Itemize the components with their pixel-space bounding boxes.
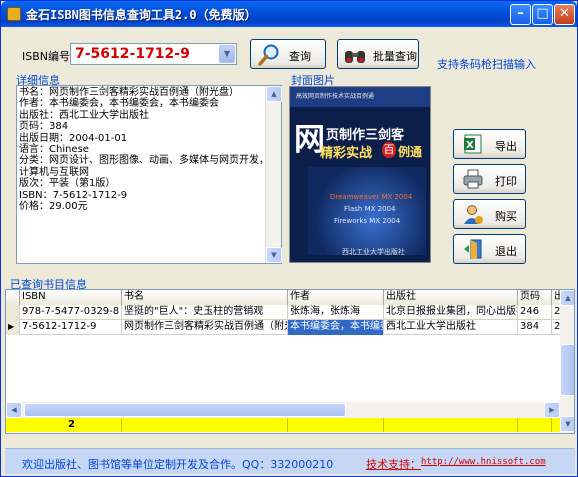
status-bar: 欢迎出版社、图书馆等单位定制开发及合作。QQ：332000210 技术支持： h… xyxy=(5,448,575,474)
grid-vertical-scrollbar[interactable]: ▲ ▼ xyxy=(560,290,574,433)
support-link[interactable]: http://www.hnissoft.com xyxy=(421,457,546,467)
header-publisher[interactable]: 出版社 xyxy=(384,290,518,305)
title-bar[interactable]: 金石ISBN图书信息查询工具2.0（免费版） – □ ✕ xyxy=(1,1,577,27)
scroll-up-icon[interactable]: ▲ xyxy=(266,86,282,102)
isbn-input-value: 7-5612-1712-9 xyxy=(75,46,190,62)
main-window: 金石ISBN图书信息查询工具2.0（免费版） – □ ✕ ISBN编号： 7-5… xyxy=(0,0,578,477)
batch-query-button[interactable]: 批量查询 xyxy=(337,39,419,69)
detail-line: 价格：29.00元 xyxy=(19,201,88,213)
minimize-button[interactable]: – xyxy=(510,4,531,25)
support-label: 技术支持： xyxy=(366,458,421,471)
svg-text:X: X xyxy=(466,140,474,151)
cell-author[interactable]: 张炼海，张炼海 xyxy=(288,305,384,320)
horizontal-scroll-thumb[interactable] xyxy=(24,403,346,417)
exit-button[interactable]: 退出 xyxy=(453,234,526,264)
table-row[interactable]: 978-7-5477-0329-8 坚挺的"巨人"：史玉柱的营销观 张炼海，张炼… xyxy=(6,305,562,320)
detail-line: 出版社：西北工业大学出版社 xyxy=(19,109,149,121)
excel-icon: X xyxy=(464,134,482,154)
book-grid[interactable]: ISBN 书名 作者 出版社 页码 出 978-7-5477-0329-8 坚挺… xyxy=(5,289,575,434)
app-icon xyxy=(7,7,21,21)
exit-door-icon xyxy=(464,239,482,259)
header-pages[interactable]: 页码 xyxy=(518,290,552,305)
status-left-text: 欢迎出版社、图书馆等单位定制开发及合作。QQ：332000210 xyxy=(22,458,334,471)
cell-publisher[interactable]: 北京日报报业集团，同心出版社 xyxy=(384,305,518,320)
detail-line: 页码：384 xyxy=(19,121,69,133)
cover-title-1: 页制作三剑客 xyxy=(326,128,405,143)
detail-line: 分类：网页设计、图形图像、动画、多媒体与网页开发， xyxy=(19,155,269,167)
scroll-left-icon[interactable]: ◀ xyxy=(6,402,22,418)
print-button[interactable]: 打印 xyxy=(453,164,526,194)
maximize-button[interactable]: □ xyxy=(532,4,553,25)
query-button-label: 查询 xyxy=(289,50,311,63)
person-icon xyxy=(464,205,483,224)
vertical-scroll-thumb[interactable] xyxy=(560,344,574,396)
buy-button[interactable]: 购买 xyxy=(453,199,526,229)
grid-scroll-down-icon[interactable]: ▼ xyxy=(560,416,574,432)
scanner-note: 支持条码枪扫描输入 xyxy=(437,58,536,71)
window-title: 金石ISBN图书信息查询工具2.0（免费版） xyxy=(26,8,257,22)
cell-pages[interactable]: 246 xyxy=(518,305,552,320)
cover-publisher: 西北工业大学出版社 xyxy=(342,248,405,256)
batch-query-button-label: 批量查询 xyxy=(373,50,417,63)
details-textarea[interactable]: 书名：网页制作三剑客精彩实战百例通（附光盘） 作者：本书编委会，本书编委会，本书编… xyxy=(16,85,282,264)
export-button-label: 导出 xyxy=(495,140,517,153)
cover-top-text: 高效网页制作技术实战百例通 xyxy=(296,93,375,100)
scroll-down-icon[interactable]: ▼ xyxy=(266,247,282,263)
row-marker-arrow: ▶ xyxy=(6,320,20,335)
cell-isbn[interactable]: 7-5612-1712-9 xyxy=(20,320,122,335)
printer-icon xyxy=(463,169,483,189)
cover-title-4: 例通 xyxy=(398,145,423,159)
cell-title[interactable]: 网页制作三剑客精彩实战百例通（附光 xyxy=(122,320,288,335)
cell-publisher[interactable]: 西北工业大学出版社 xyxy=(384,320,518,335)
detail-line: 作者：本书编委会，本书编委会，本书编委会 xyxy=(19,98,219,110)
buy-button-label: 购买 xyxy=(495,210,517,223)
isbn-input[interactable]: 7-5612-1712-9 ▼ xyxy=(70,43,237,65)
print-button-label: 打印 xyxy=(495,175,517,188)
row-marker xyxy=(6,305,20,320)
cover-badge-2: Flash MX 2004 xyxy=(344,205,396,213)
detail-line: ISBN：7-5612-1712-9 xyxy=(19,189,128,201)
cover-image: 高效网页制作技术实战百例通 网 页制作三剑客 精彩实战 百 例通 Dreamwe… xyxy=(289,86,431,263)
detail-line: 语言：Chinese xyxy=(19,144,89,156)
header-title[interactable]: 书名 xyxy=(122,290,288,305)
cover-badge-1: Dreamweaver MX 2004 xyxy=(330,193,413,201)
grid-header: ISBN 书名 作者 出版社 页码 出 xyxy=(6,290,574,305)
magnifier-icon xyxy=(258,44,279,66)
cover-badge-3: Fireworks MX 2004 xyxy=(334,217,401,225)
row-count: 2 xyxy=(20,418,122,432)
cell-title[interactable]: 坚挺的"巨人"：史玉柱的营销观 xyxy=(122,305,288,320)
cover-title-2: 精彩实战 xyxy=(320,146,373,161)
details-scrollbar[interactable]: ▲ ▼ xyxy=(265,86,282,263)
grid-scroll-up-icon[interactable]: ▲ xyxy=(560,290,574,306)
chevron-down-icon[interactable]: ▼ xyxy=(219,45,235,63)
detail-line: 出版日期：2004-01-01 xyxy=(19,132,128,144)
header-author[interactable]: 作者 xyxy=(288,290,384,305)
cell-author-selected[interactable]: 本书编委会，本书编委 xyxy=(288,320,384,335)
detail-line: 计算机与互联网 xyxy=(19,166,89,178)
header-isbn[interactable]: ISBN xyxy=(20,290,122,305)
close-button[interactable]: ✕ xyxy=(554,4,575,25)
details-text: 书名：网页制作三剑客精彩实战百例通（附光盘） 作者：本书编委会，本书编委会，本书编… xyxy=(18,87,269,212)
header-marker xyxy=(6,290,20,305)
grid-summary-row: 2 xyxy=(6,418,560,432)
cover-title-3: 百 xyxy=(382,142,396,158)
table-row-selected[interactable]: ▶ 7-5612-1712-9 网页制作三剑客精彩实战百例通（附光 本书编委会，… xyxy=(6,320,562,335)
binoculars-icon xyxy=(345,51,365,63)
grid-horizontal-scrollbar[interactable]: ◀ ▶ xyxy=(6,402,560,418)
scroll-right-icon[interactable]: ▶ xyxy=(544,402,560,418)
detail-line: 版次：平装（第1版） xyxy=(19,178,116,190)
export-button[interactable]: X 导出 xyxy=(453,129,526,159)
cell-pages[interactable]: 384 xyxy=(518,320,552,335)
exit-button-label: 退出 xyxy=(495,245,517,258)
query-button[interactable]: 查询 xyxy=(250,39,326,69)
detail-line: 书名：网页制作三剑客精彩实战百例通（附光盘） xyxy=(19,87,239,98)
cell-isbn[interactable]: 978-7-5477-0329-8 xyxy=(20,305,122,320)
